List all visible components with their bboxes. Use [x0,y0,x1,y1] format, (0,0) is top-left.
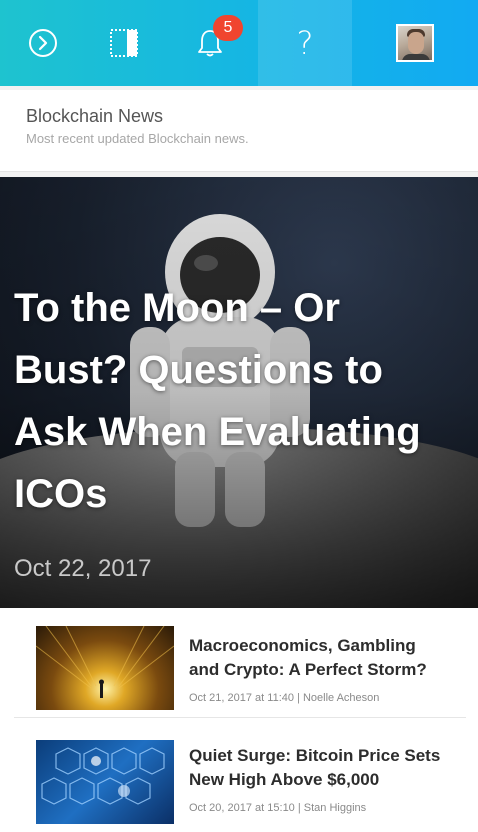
section-title: Blockchain News [26,106,164,126]
question-icon: ? [296,24,314,62]
article-title[interactable]: Macroeconomics, Gambling and Crypto: A P… [189,634,449,682]
featured-article-date: Oct 22, 2017 [14,555,152,582]
article-thumbnail [36,626,174,710]
notification-count-badge: 5 [213,15,243,41]
sidebar-panel-icon [110,29,138,57]
help-button[interactable]: ? [258,0,352,86]
notifications-button[interactable]: 5 [162,0,258,86]
list-item[interactable]: Macroeconomics, Gambling and Crypto: A P… [14,608,466,718]
sidebar-toggle-button[interactable] [86,0,162,86]
section-subtitle: Most recent updated Blockchain news. [26,131,249,146]
article-meta: Oct 21, 2017 at 11:40 | Noelle Acheson [189,692,380,704]
list-item[interactable]: Quiet Surge: Bitcoin Price Sets New High… [14,728,466,832]
top-navigation-bar: 5 ? [0,0,478,86]
article-meta: Oct 20, 2017 at 15:10 | Stan Higgins [189,802,367,814]
menu-toggle-button[interactable] [0,0,86,86]
arrow-circle-right-icon [29,29,57,57]
featured-article-title[interactable]: To the Moon – Or Bust? Questions to Ask … [14,277,454,525]
user-avatar [396,24,434,62]
article-list: Macroeconomics, Gambling and Crypto: A P… [0,608,478,832]
article-title[interactable]: Quiet Surge: Bitcoin Price Sets New High… [189,744,449,792]
section-header: Blockchain News Most recent updated Bloc… [0,90,478,172]
featured-article[interactable]: To the Moon – Or Bust? Questions to Ask … [0,177,478,608]
profile-button[interactable] [352,0,478,86]
article-thumbnail [36,740,174,824]
